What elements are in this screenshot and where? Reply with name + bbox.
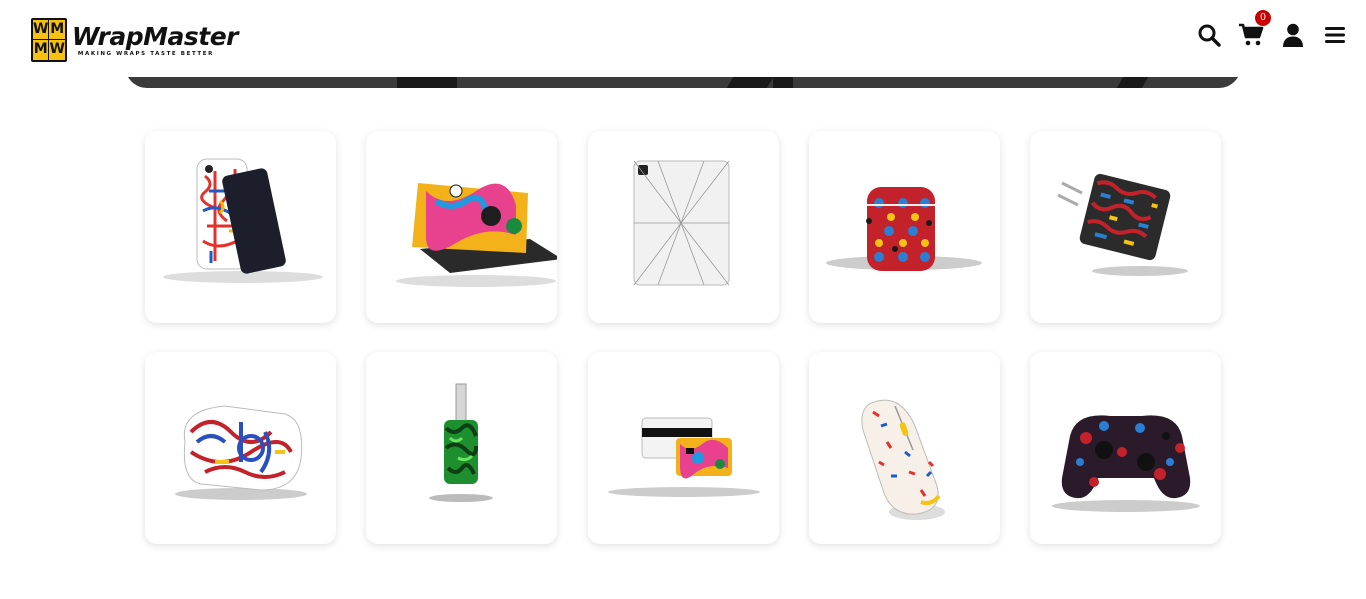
category-card[interactable] [808, 131, 1000, 323]
category-grid [145, 131, 1221, 544]
search-icon[interactable] [1196, 22, 1222, 48]
pouch-skin-icon [175, 405, 307, 500]
category-card[interactable] [145, 131, 336, 323]
brand-logo[interactable]: W M M W WrapMaster MAKING WRAPS TASTE BE… [31, 17, 238, 62]
charger-skin-icon [1057, 173, 1188, 276]
earbuds-case-skin-icon [825, 187, 982, 271]
usb-drive-skin-icon [429, 383, 494, 502]
category-card[interactable] [587, 352, 779, 544]
brand-tagline: MAKING WRAPS TASTE BETTER [77, 50, 214, 57]
category-card[interactable] [808, 352, 1000, 544]
category-card[interactable] [1030, 352, 1221, 544]
cart-icon [1239, 23, 1264, 46]
logo-mark: W M M W [31, 17, 67, 62]
category-card[interactable] [366, 131, 558, 323]
brand-name: WrapMaster [71, 21, 239, 51]
menu-icon[interactable] [1322, 22, 1348, 48]
category-card[interactable] [145, 352, 336, 544]
user-icon[interactable] [1280, 22, 1306, 48]
mouse-skin-icon [861, 399, 945, 520]
phone-skin-icon [163, 158, 323, 283]
tablet-skin-icon [633, 160, 729, 286]
category-card[interactable] [587, 131, 779, 323]
category-card[interactable] [366, 352, 558, 544]
laptop-skin-icon [396, 183, 558, 287]
category-card[interactable] [1030, 131, 1221, 323]
site-header: W M M W WrapMaster MAKING WRAPS TASTE BE… [0, 0, 1366, 77]
header-actions: 0 [1180, 10, 1348, 48]
gamepad-skin-icon [1052, 415, 1200, 512]
cart-button[interactable]: 0 [1238, 10, 1271, 48]
cart-count-badge: 0 [1255, 10, 1271, 26]
card-skin-icon [607, 417, 760, 497]
